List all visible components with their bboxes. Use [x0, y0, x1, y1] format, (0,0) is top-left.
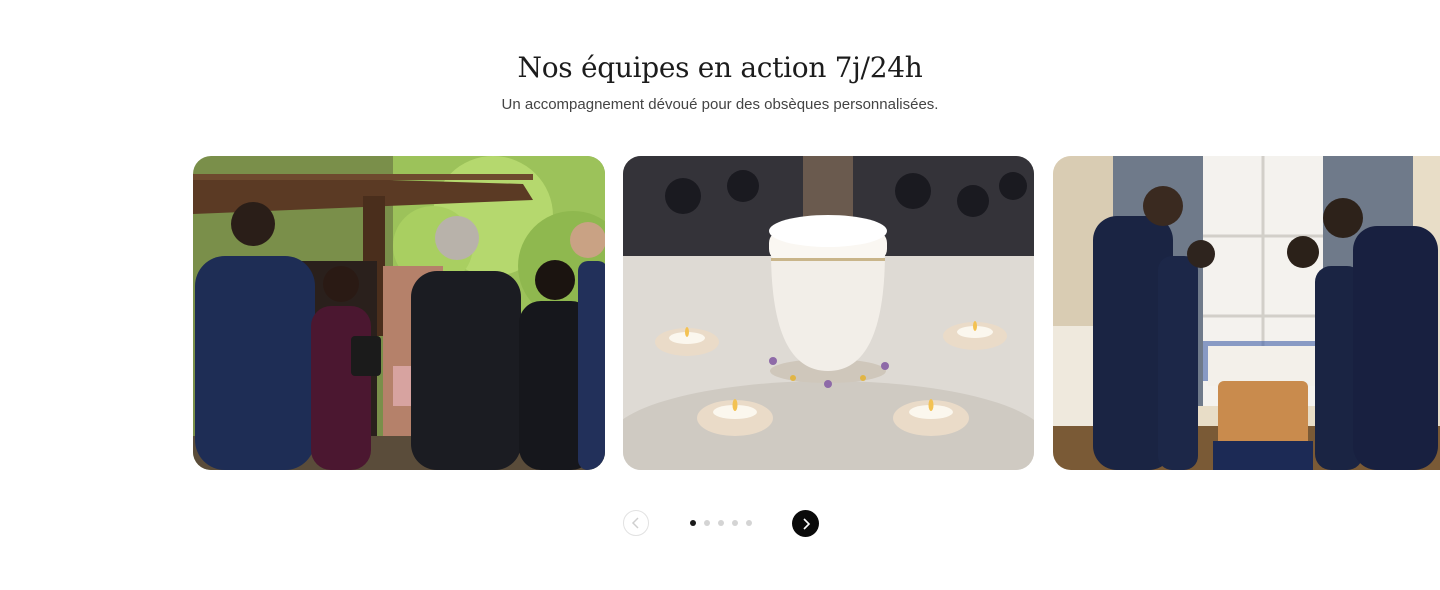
- carousel-track[interactable]: [0, 156, 1440, 470]
- carousel-slide-cemetery[interactable]: [193, 156, 605, 470]
- carousel-pagination: [690, 520, 752, 526]
- cemetery-ceremony-photo: [193, 156, 605, 470]
- pagination-dot-5[interactable]: [746, 520, 752, 526]
- pagination-dot-4[interactable]: [732, 520, 738, 526]
- carousel-slide-coffin[interactable]: [1053, 156, 1440, 470]
- section-title: Nos équipes en action 7j/24h: [517, 51, 923, 84]
- urn-with-candles-photo: [623, 156, 1034, 470]
- carousel-prev-button[interactable]: [623, 510, 649, 536]
- carousel-slide-urn[interactable]: [623, 156, 1034, 470]
- pagination-dot-3[interactable]: [718, 520, 724, 526]
- chevron-left-icon: [631, 517, 639, 529]
- carousel-next-button[interactable]: [792, 510, 819, 537]
- pagination-dot-1[interactable]: [690, 520, 696, 526]
- section-subtitle: Un accompagnement dévoué pour des obsèqu…: [501, 96, 939, 113]
- staff-bowing-at-coffin-photo: [1053, 156, 1440, 470]
- chevron-right-icon: [802, 517, 810, 530]
- pagination-dot-2[interactable]: [704, 520, 710, 526]
